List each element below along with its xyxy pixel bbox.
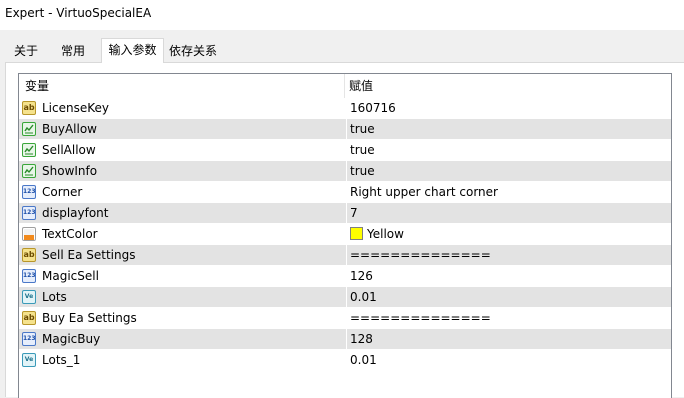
variable-cell[interactable]: ab LicenseKey	[19, 98, 344, 118]
value-text: Yellow	[367, 227, 404, 241]
variable-cell[interactable]: 123 Corner	[19, 182, 344, 202]
tab-common[interactable]: 常用	[52, 41, 94, 62]
variable-cell[interactable]: ab Sell Ea Settings	[19, 245, 344, 265]
table-row[interactable]: TextColor Yellow	[19, 224, 671, 245]
value-cell[interactable]: 0.01	[346, 287, 671, 307]
table-row[interactable]: BuyAllow true	[19, 119, 671, 140]
variable-cell[interactable]: ShowInfo	[19, 161, 344, 181]
variable-name: SellAllow	[42, 143, 96, 157]
table-row[interactable]: 123 Corner Right upper chart corner	[19, 182, 671, 203]
table-row[interactable]: 123 displayfont 7	[19, 203, 671, 224]
grid-header: 变量 赋值	[19, 74, 671, 98]
value-cell[interactable]: ==============	[346, 245, 671, 265]
expert-properties-window: Expert - VirtuoSpecialEA 关于 常用 输入参数 依存关系…	[0, 0, 684, 398]
bool-type-icon	[22, 143, 36, 157]
variable-cell[interactable]: SellAllow	[19, 140, 344, 160]
value-text: true	[350, 164, 375, 178]
table-row[interactable]: 123 MagicSell 126	[19, 266, 671, 287]
parameter-rows: ab LicenseKey 160716 BuyAllow true SellAllow t…	[19, 98, 671, 371]
double-type-icon: Ve	[22, 290, 36, 304]
variable-name: Lots	[42, 290, 67, 304]
table-row[interactable]: SellAllow true	[19, 140, 671, 161]
value-cell[interactable]: 160716	[346, 98, 671, 118]
value-cell[interactable]: Right upper chart corner	[346, 182, 671, 202]
variable-name: Sell Ea Settings	[42, 248, 136, 262]
table-row[interactable]: Ve Lots 0.01	[19, 287, 671, 308]
bool-type-icon	[22, 164, 36, 178]
variable-name: Buy Ea Settings	[42, 311, 137, 325]
window-title: Expert - VirtuoSpecialEA	[5, 6, 152, 20]
variable-cell[interactable]: ab Buy Ea Settings	[19, 308, 344, 328]
variable-name: ShowInfo	[42, 164, 98, 178]
int-type-icon: 123	[22, 269, 36, 283]
table-row[interactable]: ShowInfo true	[19, 161, 671, 182]
value-cell[interactable]: Yellow	[346, 224, 671, 244]
value-text: true	[350, 143, 375, 157]
variable-cell[interactable]: BuyAllow	[19, 119, 344, 139]
double-type-icon: Ve	[22, 353, 36, 367]
string-type-icon: ab	[22, 248, 36, 262]
value-cell[interactable]: true	[346, 119, 671, 139]
column-header-variable[interactable]: 变量	[25, 74, 49, 98]
column-header-value[interactable]: 赋值	[349, 74, 373, 98]
inputs-panel: 变量 赋值 ab LicenseKey 160716 BuyAllow true Sell…	[5, 62, 684, 398]
column-divider[interactable]	[344, 74, 345, 98]
table-row[interactable]: ab Buy Ea Settings ==============	[19, 308, 671, 329]
value-text: Right upper chart corner	[350, 185, 498, 199]
color-type-icon	[22, 227, 36, 241]
int-type-icon: 123	[22, 185, 36, 199]
variable-cell[interactable]: Ve Lots	[19, 287, 344, 307]
table-row[interactable]: ab Sell Ea Settings ==============	[19, 245, 671, 266]
tab-inputs[interactable]: 输入参数	[101, 38, 164, 63]
variable-cell[interactable]: 123 MagicSell	[19, 266, 344, 286]
table-row[interactable]: ab LicenseKey 160716	[19, 98, 671, 119]
value-text: 7	[350, 206, 358, 220]
value-cell[interactable]: 7	[346, 203, 671, 223]
value-text: 126	[350, 269, 373, 283]
tab-about[interactable]: 关于	[5, 41, 47, 62]
value-cell[interactable]: 128	[346, 329, 671, 349]
value-text: 160716	[350, 101, 396, 115]
string-type-icon: ab	[22, 311, 36, 325]
value-text: 0.01	[350, 353, 377, 367]
value-cell[interactable]: true	[346, 140, 671, 160]
tab-strip: 关于 常用 输入参数 依存关系	[0, 38, 684, 63]
variable-name: MagicSell	[42, 269, 99, 283]
value-cell[interactable]: true	[346, 161, 671, 181]
parameters-grid: 变量 赋值 ab LicenseKey 160716 BuyAllow true Sell…	[18, 73, 672, 398]
variable-name: BuyAllow	[42, 122, 97, 136]
int-type-icon: 123	[22, 206, 36, 220]
variable-name: Lots_1	[42, 353, 81, 367]
value-text: ==============	[350, 311, 491, 325]
variable-cell[interactable]: 123 displayfont	[19, 203, 344, 223]
value-text: ==============	[350, 248, 491, 262]
bool-type-icon	[22, 122, 36, 136]
color-swatch	[350, 227, 363, 240]
variable-name: Corner	[42, 185, 83, 199]
variable-cell[interactable]: 123 MagicBuy	[19, 329, 344, 349]
value-text: 128	[350, 332, 373, 346]
value-text: true	[350, 122, 375, 136]
string-type-icon: ab	[22, 101, 36, 115]
value-cell[interactable]: ==============	[346, 308, 671, 328]
tab-dependencies[interactable]: 依存关系	[165, 41, 221, 62]
title-bar: Expert - VirtuoSpecialEA	[0, 0, 684, 30]
table-row[interactable]: Ve Lots_1 0.01	[19, 350, 671, 371]
value-text: 0.01	[350, 290, 377, 304]
variable-cell[interactable]: Ve Lots_1	[19, 350, 344, 370]
variable-name: TextColor	[42, 227, 98, 241]
variable-name: LicenseKey	[42, 101, 109, 115]
variable-name: displayfont	[42, 206, 109, 220]
int-type-icon: 123	[22, 332, 36, 346]
variable-name: MagicBuy	[42, 332, 101, 346]
value-cell[interactable]: 0.01	[346, 350, 671, 370]
variable-cell[interactable]: TextColor	[19, 224, 344, 244]
table-row[interactable]: 123 MagicBuy 128	[19, 329, 671, 350]
value-cell[interactable]: 126	[346, 266, 671, 286]
